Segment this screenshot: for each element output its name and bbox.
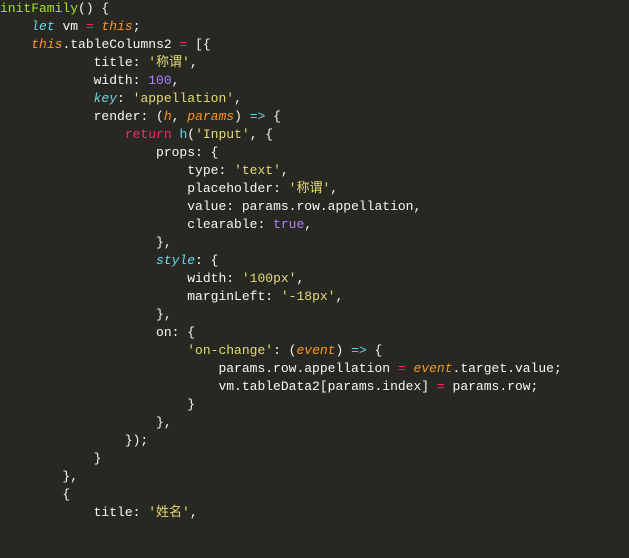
tableData2: tableData2 xyxy=(242,379,320,394)
type-val: 'text' xyxy=(234,163,281,178)
props-key: props xyxy=(156,145,195,160)
clearable-key: clearable xyxy=(187,217,257,232)
width-key: width xyxy=(187,271,226,286)
title-val2: '姓名' xyxy=(148,505,190,520)
key-key: key xyxy=(94,91,117,106)
title-key: title xyxy=(94,55,133,70)
params-param: params xyxy=(187,109,234,124)
params-row-appellation: params.row.appellation xyxy=(242,199,414,214)
key-val: 'appellation' xyxy=(133,91,234,106)
marginLeft-key: marginLeft xyxy=(187,289,265,304)
event-target-value: .target.value xyxy=(453,361,554,376)
code-editor[interactable]: initFamily() { let vm = this; this.table… xyxy=(0,0,629,522)
let-keyword: let xyxy=(31,19,54,34)
title-key: title xyxy=(94,505,133,520)
value-key: value xyxy=(187,199,226,214)
placeholder-key: placeholder xyxy=(187,181,273,196)
width-val: 100 xyxy=(148,73,171,88)
tableColumns2: tableColumns2 xyxy=(70,37,171,52)
style-width-val: '100px' xyxy=(242,271,297,286)
params-index: params.index xyxy=(328,379,422,394)
fn-name: initFamily xyxy=(0,1,78,16)
return-kw: return xyxy=(125,127,172,142)
event-param: event xyxy=(296,343,335,358)
placeholder-val: '称谓' xyxy=(289,181,331,196)
params-row-appellation: params.row.appellation xyxy=(218,361,390,376)
width-key: width xyxy=(94,73,133,88)
this-kw: this xyxy=(101,19,132,34)
on-key: on xyxy=(156,325,172,340)
on-change-key: 'on-change' xyxy=(187,343,273,358)
vm-var: vm xyxy=(62,19,78,34)
h-param: h xyxy=(164,109,172,124)
title-val: '称谓' xyxy=(148,55,190,70)
render-key: render xyxy=(94,109,141,124)
input-str: 'Input' xyxy=(195,127,250,142)
params-row: params.row xyxy=(453,379,531,394)
true-val: true xyxy=(273,217,304,232)
event-param: event xyxy=(414,361,453,376)
marginLeft-val: '-18px' xyxy=(281,289,336,304)
style-key: style xyxy=(156,253,195,268)
type-key: type xyxy=(187,163,218,178)
this-kw: this xyxy=(31,37,62,52)
